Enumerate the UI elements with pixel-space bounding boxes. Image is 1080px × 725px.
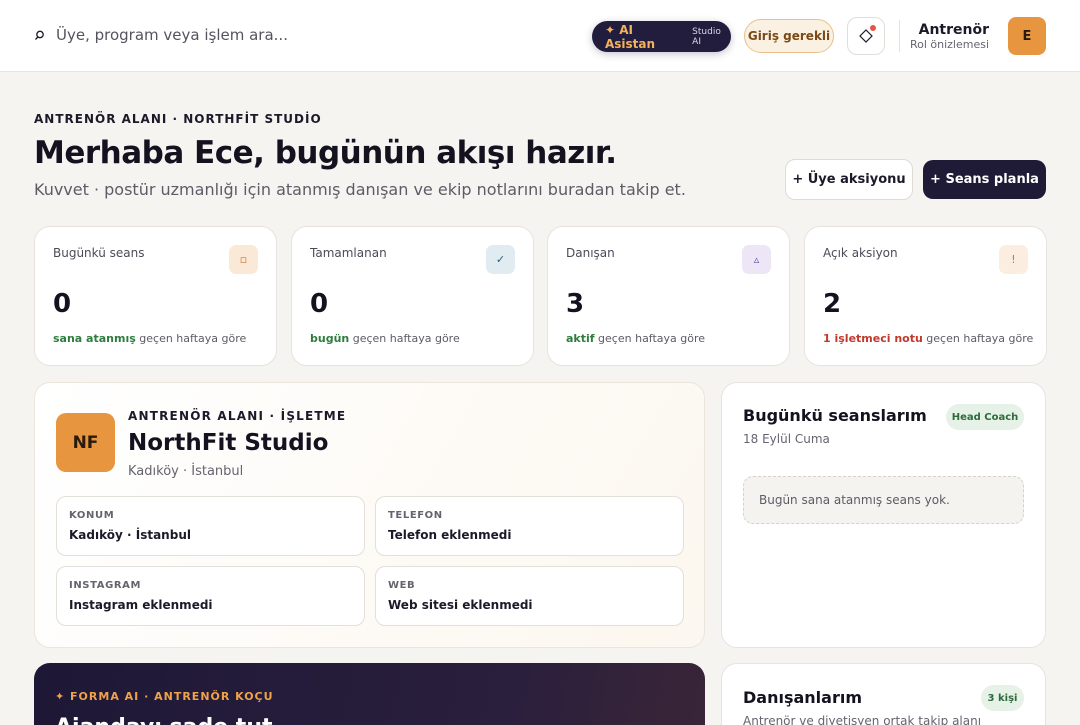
stat-value: 0 xyxy=(53,289,72,319)
field-label: WEB xyxy=(388,580,416,591)
square-icon: ▫ xyxy=(229,245,258,274)
stat-footnote: sana atanmış geçen haftaya göre xyxy=(53,332,246,345)
sessions-empty-state: Bugün sana atanmış seans yok. xyxy=(743,476,1024,524)
stat-highlight: 1 işletmeci notu xyxy=(823,332,923,345)
role-badge: Head Coach xyxy=(946,404,1024,430)
avatar[interactable]: E xyxy=(1008,17,1046,55)
coach-title: Ajandayı sade tut... xyxy=(55,715,298,725)
stat-value: 2 xyxy=(823,289,842,319)
top-bar: Üye, program veya işlem ara... ✦ AI Asis… xyxy=(0,0,1080,72)
stat-highlight: sana atanmış xyxy=(53,332,136,345)
ai-assistant-label: ✦ AI Asistan xyxy=(605,22,656,51)
plan-session-button[interactable]: + Seans planla xyxy=(923,160,1046,199)
today-sessions-card: Bugünkü seanslarım 18 Eylül Cuma Head Co… xyxy=(721,382,1046,648)
ai-coach-card: ✦ FORMA AI · ANTRENÖR KOÇU Ajandayı sade… xyxy=(34,663,705,725)
field-label: TELEFON xyxy=(388,510,443,521)
business-field-web: WEB Web sitesi eklenmedi xyxy=(375,566,684,626)
stat-suffix: geçen haftaya göre xyxy=(349,332,460,345)
field-value: Web sitesi eklenmedi xyxy=(388,598,533,612)
user-role: Antrenör xyxy=(918,22,989,38)
member-action-button[interactable]: + Üye aksiyonu xyxy=(785,159,913,200)
sessions-date: 18 Eylül Cuma xyxy=(743,432,830,446)
search-input[interactable]: Üye, program veya işlem ara... xyxy=(56,26,288,44)
user-role-preview: Rol önizlemesi xyxy=(909,38,989,51)
business-field-instagram: INSTAGRAM Instagram eklenmedi xyxy=(56,566,365,626)
stat-value: 3 xyxy=(566,289,585,319)
my-clients-card: Danışanlarım 3 kişi Antrenör ve diyetisy… xyxy=(721,663,1046,725)
clients-subtitle: Antrenör ve diyetisyen ortak takip alanı xyxy=(743,714,982,725)
business-field-location: KONUM Kadıköy · İstanbul xyxy=(56,496,365,556)
page-eyebrow: ANTRENÖR ALANI · NORTHFİT STUDİO xyxy=(34,112,322,126)
stat-label: Danışan xyxy=(566,246,615,260)
stat-footnote: bugün geçen haftaya göre xyxy=(310,332,460,345)
stat-label: Tamamlanan xyxy=(310,246,387,260)
stat-footnote: aktif geçen haftaya göre xyxy=(566,332,705,345)
business-card: NF ANTRENÖR ALANI · İŞLETME NorthFit Stu… xyxy=(34,382,705,648)
ai-assistant-sublabel: Studio AI xyxy=(692,26,721,47)
stat-footnote: 1 işletmeci notu geçen haftaya göre xyxy=(823,332,1033,345)
stat-highlight: aktif xyxy=(566,332,595,345)
business-eyebrow: ANTRENÖR ALANI · İŞLETME xyxy=(128,409,347,423)
ai-assistant-button[interactable]: ✦ AI Asistan Studio AI xyxy=(592,21,731,52)
field-value: Kadıköy · İstanbul xyxy=(69,528,191,542)
stat-card-completed: Tamamlanan ✓ 0 bugün geçen haftaya göre xyxy=(291,226,534,366)
field-value: Instagram eklenmedi xyxy=(69,598,213,612)
diamond-icon xyxy=(859,29,873,43)
sessions-title: Bugünkü seanslarım xyxy=(743,406,927,425)
business-field-phone: TELEFON Telefon eklenmedi xyxy=(375,496,684,556)
page-title: Merhaba Ece, bugünün akışı hazır. xyxy=(34,135,617,171)
field-label: INSTAGRAM xyxy=(69,580,142,591)
clients-count-badge: 3 kişi xyxy=(981,685,1024,711)
business-location: Kadıköy · İstanbul xyxy=(128,464,244,479)
business-logo: NF xyxy=(56,413,115,472)
stat-suffix: geçen haftaya göre xyxy=(922,332,1034,345)
alert-icon: ! xyxy=(999,245,1028,274)
stat-card-clients: Danışan ▵ 3 aktif geçen haftaya göre xyxy=(547,226,790,366)
field-label: KONUM xyxy=(69,510,115,521)
login-required-button[interactable]: Giriş gerekli xyxy=(744,19,834,53)
stat-value: 0 xyxy=(310,289,329,319)
notifications-button[interactable] xyxy=(847,17,885,55)
search-icon xyxy=(35,30,44,40)
stat-suffix: geçen haftaya göre xyxy=(594,332,706,345)
field-value: Telefon eklenmedi xyxy=(388,528,512,542)
triangle-icon: ▵ xyxy=(742,245,771,274)
clients-title: Danışanlarım xyxy=(743,688,862,707)
stat-label: Bugünkü seans xyxy=(53,246,145,260)
coach-eyebrow: ✦ FORMA AI · ANTRENÖR KOÇU xyxy=(55,690,274,703)
stat-card-open-actions: Açık aksiyon ! 2 1 işletmeci notu geçen … xyxy=(804,226,1047,366)
stat-label: Açık aksiyon xyxy=(823,246,898,260)
stat-suffix: geçen haftaya göre xyxy=(135,332,247,345)
business-name: NorthFit Studio xyxy=(128,430,329,456)
divider xyxy=(899,20,900,52)
notification-dot xyxy=(870,25,876,31)
stat-highlight: bugün xyxy=(310,332,350,345)
stat-card-today-sessions: Bugünkü seans ▫ 0 sana atanmış geçen haf… xyxy=(34,226,277,366)
page-subtitle: Kuvvet · postür uzmanlığı için atanmış d… xyxy=(34,180,686,199)
check-icon: ✓ xyxy=(486,245,515,274)
